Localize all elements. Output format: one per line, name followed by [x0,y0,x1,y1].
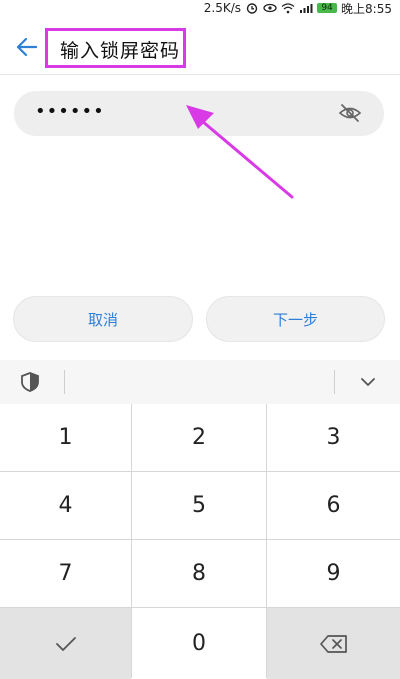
key-3[interactable]: 3 [267,404,400,471]
signal-icon [299,2,313,14]
keyboard-toolbar [0,360,400,404]
eye-off-icon[interactable] [338,103,362,123]
key-8[interactable]: 8 [132,540,266,607]
status-right: 2.5K/s 94 晚上8:55 [204,0,392,16]
header: 输入锁屏密码 [0,16,400,74]
chevron-down-icon[interactable] [358,373,378,391]
shield-icon[interactable] [19,371,41,393]
backspace-key[interactable] [267,608,400,679]
key-4[interactable]: 4 [0,472,131,539]
battery-icon: 94 [317,3,338,13]
key-1[interactable]: 1 [0,404,131,471]
eye-icon [263,2,277,14]
key-9[interactable]: 9 [267,540,400,607]
key-7[interactable]: 7 [0,540,131,607]
check-icon [55,636,76,651]
next-button[interactable]: 下一步 [206,296,385,342]
network-speed: 2.5K/s [203,1,242,15]
key-5[interactable]: 5 [132,472,266,539]
toolbar-separator [334,370,335,394]
toolbar-separator [64,370,65,394]
numeric-keypad: 1 2 3 4 5 6 7 8 9 0 [0,404,400,679]
key-0[interactable]: 0 [132,608,266,679]
wifi-icon [281,2,295,14]
annotation-arrow [180,95,305,205]
header-divider [0,74,400,75]
clock: 晚上8:55 [341,1,392,16]
alarm-icon [245,2,259,14]
cancel-button[interactable]: 取消 [13,296,193,342]
confirm-key[interactable] [0,608,131,679]
page-title: 输入锁屏密码 [60,40,181,62]
status-bar: 2.5K/s 94 晚上8:55 [0,0,400,16]
backspace-icon [319,634,347,653]
back-arrow-icon[interactable] [14,34,40,60]
password-value: •••••• [35,101,105,122]
key-2[interactable]: 2 [132,404,266,471]
key-6[interactable]: 6 [267,472,400,539]
